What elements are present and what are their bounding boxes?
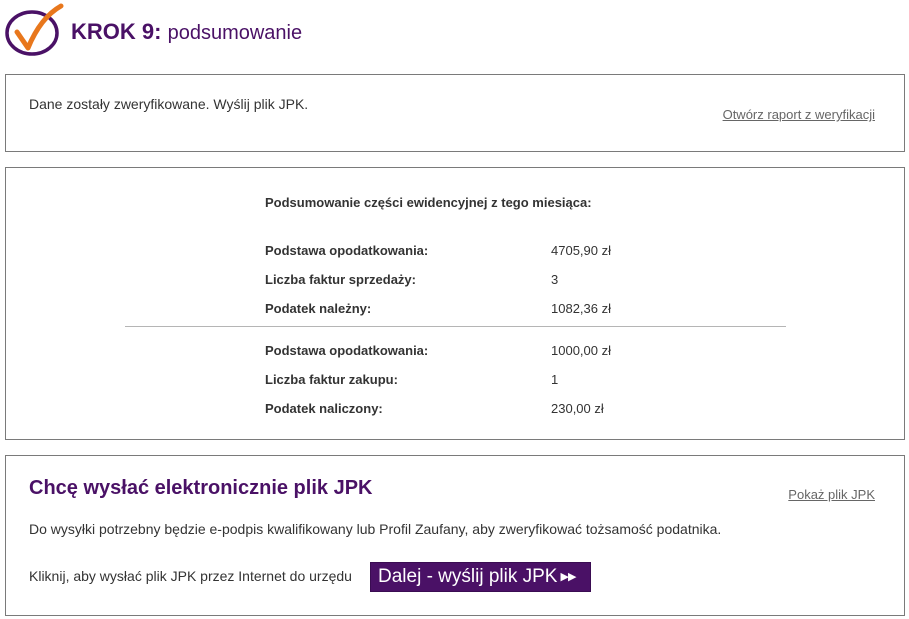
summary-row-value: 230,00 zł [551, 401, 604, 416]
open-report-link[interactable]: Otwórz raport z weryfikacji [723, 107, 875, 122]
double-arrow-right-icon: ▶▶ [560, 571, 576, 583]
summary-row-sales-base: Podstawa opodatkowania: 4705,90 zł [265, 243, 665, 263]
verification-panel: Dane zostały zweryfikowane. Wyślij plik … [5, 74, 905, 152]
summary-row-sales-count: Liczba faktur sprzedaży: 3 [265, 272, 665, 292]
summary-row-value: 3 [551, 272, 559, 287]
jpk-summary-page: KROK 9: podsumowanie Dane zostały zweryf… [0, 0, 909, 619]
show-jpk-link[interactable]: Pokaż plik JPK [788, 487, 875, 502]
signature-note: Do wysyłki potrzebny będzie e-podpis kwa… [29, 521, 722, 537]
summary-row-label: Podatek naliczony: [265, 401, 383, 416]
summary-row-label: Podstawa opodatkowania: [265, 243, 429, 258]
summary-row-value: 4705,90 zł [551, 243, 611, 258]
send-panel: Chcę wysłać elektronicznie plik JPK Poka… [5, 455, 905, 616]
summary-row-label: Liczba faktur zakupu: [265, 372, 398, 387]
summary-divider [125, 326, 786, 327]
summary-row-value: 1082,36 zł [551, 301, 611, 316]
summary-row-purchase-count: Liczba faktur zakupu: 1 [265, 372, 665, 392]
summary-row-sales-tax: Podatek należny: 1082,36 zł [265, 301, 665, 321]
summary-panel: Podsumowanie części ewidencyjnej z tego … [5, 167, 905, 440]
send-heading: Chcę wysłać elektronicznie plik JPK [29, 477, 373, 499]
summary-row-purchase-tax: Podatek naliczony: 230,00 zł [265, 401, 665, 421]
summary-row-purchase-base: Podstawa opodatkowania: 1000,00 zł [265, 343, 665, 363]
summary-row-value: 1 [551, 372, 559, 387]
summary-heading: Podsumowanie części ewidencyjnej z tego … [265, 195, 592, 210]
send-jpk-button[interactable]: Dalej - wyślij plik JPK ▶▶ [370, 562, 591, 592]
summary-row-value: 1000,00 zł [551, 343, 611, 358]
verification-message: Dane zostały zweryfikowane. Wyślij plik … [29, 96, 309, 112]
summary-row-label: Podstawa opodatkowania: [265, 343, 429, 358]
send-button-label: Dalej - wyślij plik JPK [378, 566, 558, 587]
page-title: KROK 9: podsumowanie [71, 19, 302, 45]
checkmark-circle-icon [5, 3, 64, 56]
summary-row-label: Podatek należny: [265, 301, 372, 316]
send-instruction: Kliknij, aby wysłać plik JPK przez Inter… [29, 568, 352, 584]
page-header: KROK 9: podsumowanie [0, 0, 909, 64]
step-name: podsumowanie [167, 22, 303, 44]
step-label: KROK 9: [71, 19, 162, 44]
summary-row-label: Liczba faktur sprzedaży: [265, 272, 416, 287]
